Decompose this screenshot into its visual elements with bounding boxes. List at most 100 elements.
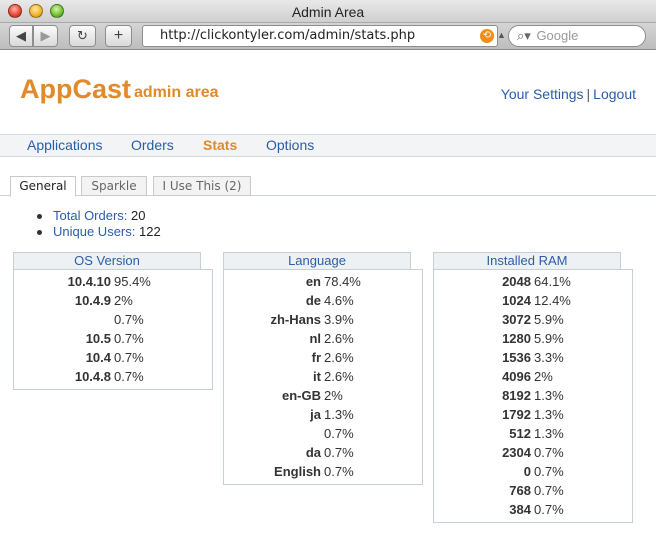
stat-label: en: [305, 274, 321, 289]
stat-value: 1.3%: [534, 388, 564, 403]
stat-value: 5.9%: [534, 312, 564, 327]
tab-i-use-this[interactable]: I Use This (2): [153, 176, 251, 196]
stat-value: 1.3%: [534, 407, 564, 422]
stat-value: 4.6%: [324, 293, 354, 308]
stat-row: zh-Hans 3.9%: [224, 310, 422, 329]
stat-row: 10.4.9 2%: [14, 291, 212, 310]
nav-options[interactable]: Options: [266, 137, 314, 153]
stat-label: 1536: [502, 350, 531, 365]
total-orders-label: Total Orders:: [53, 208, 128, 223]
stat-label: nl: [309, 331, 321, 346]
stat-value: 0.7%: [534, 483, 564, 498]
stat-row: 768 0.7%: [434, 481, 632, 500]
stat-label: 2304: [502, 445, 531, 460]
stat-row: 384 0.7%: [434, 500, 632, 519]
window-title: Admin Area: [291, 4, 365, 20]
stat-value: 12.4%: [534, 293, 571, 308]
panel-title: OS Version: [13, 252, 201, 269]
stat-row: 10.5 0.7%: [14, 329, 212, 348]
stat-label: 10.5: [85, 331, 111, 346]
nav-stats[interactable]: Stats: [203, 137, 237, 153]
stat-label: 384: [509, 502, 531, 517]
stat-value: 3.9%: [324, 312, 354, 327]
stat-value: 0.7%: [114, 312, 144, 327]
brand-logo-text: AppCast: [20, 74, 132, 104]
stat-label: 4096: [502, 369, 531, 384]
stat-label: 2048: [502, 274, 531, 289]
search-field[interactable]: ⌕▾ Google: [508, 25, 646, 47]
stat-label: 10.4.10: [67, 274, 111, 289]
panel-title: Installed RAM: [433, 252, 621, 269]
stat-row: 1280 5.9%: [434, 329, 632, 348]
stat-label: 1024: [502, 293, 531, 308]
stat-value: 2.6%: [324, 350, 354, 365]
forward-button[interactable]: ▶: [33, 25, 58, 47]
stat-value: 0.7%: [534, 464, 564, 479]
address-bar[interactable]: http://clickontyler.com/admin/stats.php …: [142, 25, 498, 47]
nav-applications[interactable]: Applications: [27, 137, 103, 153]
stat-label: 3072: [502, 312, 531, 327]
stat-row: 10.4.8 0.7%: [14, 367, 212, 386]
total-orders-value: 20: [131, 208, 146, 223]
panel-body: 10.4.10 95.4% 10.4.9 2% 0.7% 10.5 0.7% 10.4 0.7%…: [13, 269, 213, 390]
stat-row: 3072 5.9%: [434, 310, 632, 329]
unique-users-label: Unique Users:: [53, 224, 136, 239]
stat-value: 1.3%: [324, 407, 354, 422]
stat-row: fr 2.6%: [224, 348, 422, 367]
stat-label: English: [274, 464, 321, 479]
stat-row: en 78.4%: [224, 272, 422, 291]
stat-value: 78.4%: [324, 274, 361, 289]
nav-orders[interactable]: Orders: [131, 137, 174, 153]
browser-toolbar: ◀ ▶ ↻ + http://clickontyler.com/admin/st…: [0, 23, 656, 50]
stat-label: 1280: [502, 331, 531, 346]
stat-row: 1536 3.3%: [434, 348, 632, 367]
stat-value: 0.7%: [534, 502, 564, 517]
stat-label: 1792: [502, 407, 531, 422]
address-dropdown-icon[interactable]: ▲: [497, 30, 506, 40]
stat-label: 768: [509, 483, 531, 498]
search-placeholder: Google: [536, 28, 579, 43]
stat-value: 0.7%: [324, 445, 354, 460]
stat-row: nl 2.6%: [224, 329, 422, 348]
list-item: Unique Users: 122: [37, 224, 161, 240]
stat-value: 64.1%: [534, 274, 571, 289]
url-text: http://clickontyler.com/admin/stats.php: [160, 28, 416, 43]
rss-icon[interactable]: ⟲: [480, 29, 494, 43]
stat-label: 10.4.9: [74, 293, 111, 308]
stat-row: 512 1.3%: [434, 424, 632, 443]
stat-value: 2.6%: [324, 369, 354, 384]
language-panel: Language en 78.4% de 4.6% zh-Hans 3.9% nl 2.6% f…: [223, 252, 423, 485]
stat-value: 0.7%: [114, 369, 144, 384]
stat-label: de: [305, 293, 321, 308]
installed-ram-panel: Installed RAM 2048 64.1% 1024 12.4% 3072 5.9%…: [433, 252, 633, 523]
stat-value: 3.3%: [534, 350, 564, 365]
stat-label: da: [305, 445, 321, 460]
logout-link[interactable]: Logout: [593, 86, 636, 102]
reload-button[interactable]: ↻: [69, 25, 96, 47]
main-nav: Applications Orders Stats Options: [0, 134, 656, 157]
tab-general[interactable]: General: [10, 176, 76, 197]
panel-body: en 78.4% de 4.6% zh-Hans 3.9% nl 2.6% fr 2.6% it 2.…: [223, 269, 423, 485]
account-links: Your Settings | Logout: [501, 86, 636, 102]
stat-label: [14, 310, 114, 329]
stats-summary: Total Orders: 20 Unique Users: 122: [37, 208, 161, 240]
add-bookmark-button[interactable]: +: [105, 25, 132, 47]
back-button[interactable]: ◀: [9, 25, 33, 47]
stat-row: da 0.7%: [224, 443, 422, 462]
stat-label: 10.4.8: [74, 369, 111, 384]
stat-row: English 0.7%: [224, 462, 422, 481]
stat-value: 2%: [114, 293, 133, 308]
stat-label: it: [313, 369, 321, 384]
stat-label: en-GB: [282, 388, 321, 403]
os-version-panel: OS Version 10.4.10 95.4% 10.4.9 2% 0.7% 10.5 0…: [13, 252, 213, 390]
tab-sparkle[interactable]: Sparkle: [81, 176, 147, 196]
window-titlebar: Admin Area: [0, 0, 656, 23]
panel-title: Language: [223, 252, 411, 269]
your-settings-link[interactable]: Your Settings: [501, 86, 584, 102]
list-item: Total Orders: 20: [37, 208, 161, 224]
stat-row: 0.7%: [224, 424, 422, 443]
stat-row: 10.4 0.7%: [14, 348, 212, 367]
stat-row: 1792 1.3%: [434, 405, 632, 424]
stat-row: ja 1.3%: [224, 405, 422, 424]
stat-value: 1.3%: [534, 426, 564, 441]
